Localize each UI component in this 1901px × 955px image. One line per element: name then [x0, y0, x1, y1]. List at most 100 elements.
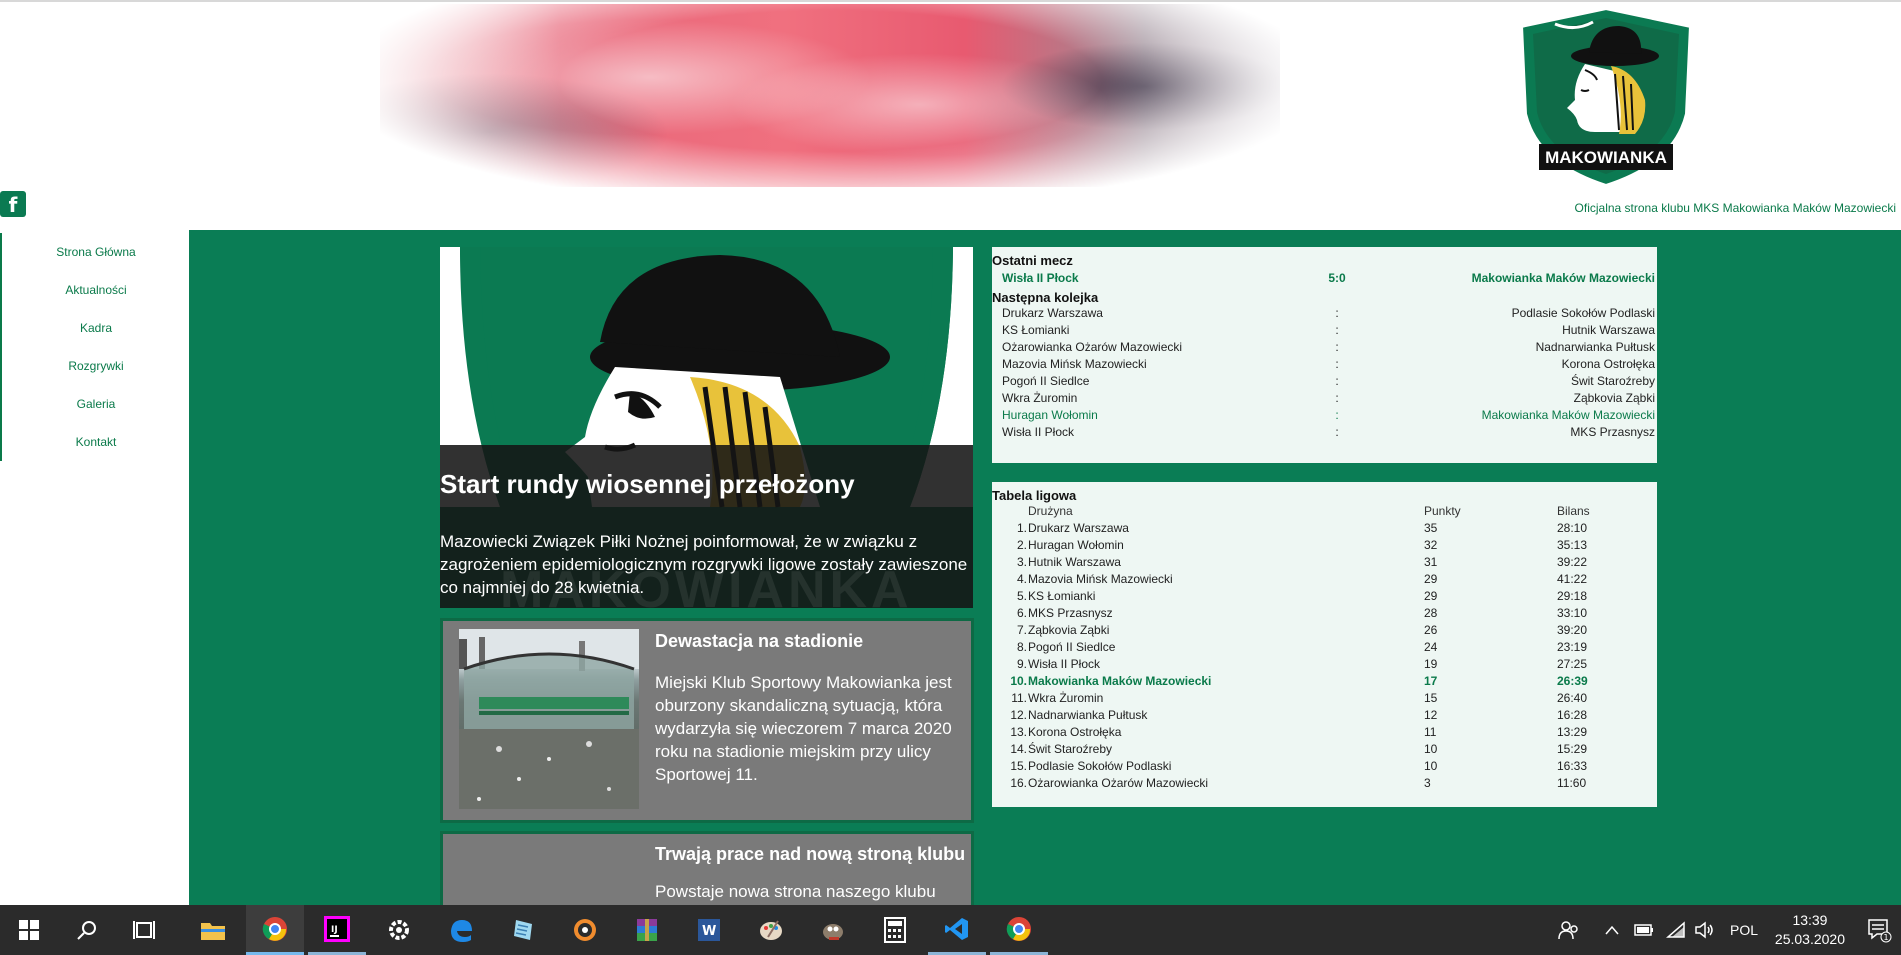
fixture-separator: :	[1335, 374, 1339, 388]
table-cell-pos: 7.	[1016, 623, 1027, 637]
people-icon[interactable]	[1558, 905, 1580, 955]
news-card[interactable]: Dewastacja na stadionie Miejski Klub Spo…	[440, 618, 974, 823]
fixture-row[interactable]: Mazovia Mińsk Mazowiecki: Korona Ostrołęk…	[992, 356, 1657, 373]
table-row[interactable]: 3. Hutnik Warszawa 31 39:22	[992, 554, 1657, 571]
table-row[interactable]: 11. Wkra Żuromin 15 26:40	[992, 690, 1657, 707]
table-cell-pos: 2.	[1016, 538, 1027, 552]
table-row[interactable]: 1. Drukarz Warszawa 35 28:10	[992, 520, 1657, 537]
table-row[interactable]: 16. Ożarowianka Ożarów Mazowiecki 3 11:60	[992, 775, 1657, 792]
fixture-row[interactable]: Wkra Żuromin: Ząbkovia Ząbki	[992, 390, 1657, 407]
fixture-separator: :	[1335, 425, 1339, 439]
nav-item-label: Aktualności	[65, 283, 127, 297]
nav-item-squad[interactable]: Kadra	[0, 309, 190, 347]
table-cell-pos: 12.	[1010, 708, 1027, 722]
facebook-icon[interactable]: f	[0, 191, 26, 217]
chrome-icon[interactable]	[990, 905, 1048, 955]
table-cell-bal: 11:60	[1557, 776, 1587, 790]
table-row[interactable]: 5. KS Łomianki 29 29:18	[992, 588, 1657, 605]
nav-item-fixtures[interactable]: Rozgrywki	[0, 347, 190, 385]
notepad-icon[interactable]	[494, 905, 552, 955]
system-clock[interactable]: 13:39 25.03.2020	[1775, 911, 1845, 949]
table-row[interactable]: 13. Korona Ostrołęka 11 13:29	[992, 724, 1657, 741]
table-cell-pts: 17	[1424, 674, 1438, 688]
table-cell-bal: 26:40	[1557, 691, 1588, 705]
club-logo[interactable]: MAKOWIANKA	[1515, 4, 1697, 188]
nav-item-gallery[interactable]: Galeria	[0, 385, 190, 423]
matches-panel: Ostatni mecz Wisła II Płock 5:0 Makowian…	[992, 247, 1657, 463]
featured-article[interactable]: MAKOWIANKA Start rundy wiosennej przełoż…	[440, 247, 973, 608]
fixture-row[interactable]: Pogoń II Siedlce: Świt Staroźreby	[992, 373, 1657, 390]
wifi-icon[interactable]	[1666, 905, 1686, 955]
media-player-icon[interactable]	[556, 905, 614, 955]
gimp-icon[interactable]	[804, 905, 862, 955]
fixture-row[interactable]: KS Łomianki: Hutnik Warszawa	[992, 322, 1657, 339]
table-row[interactable]: 2. Huragan Wołomin 32 35:13	[992, 537, 1657, 554]
featured-title[interactable]: Start rundy wiosennej przełożony	[440, 469, 855, 500]
last-match-home: Wisła II Płock	[1002, 271, 1079, 285]
fixture-row[interactable]: Drukarz Warszawa: Podlasie Sokołów Podlas…	[992, 305, 1657, 322]
fixture-home: Ożarowianka Ożarów Mazowiecki	[1002, 340, 1183, 354]
news-title[interactable]: Trwają prace nad nową stroną klubu	[655, 844, 965, 865]
fixture-separator: :	[1335, 323, 1339, 337]
vscode-icon[interactable]	[928, 905, 986, 955]
table-row[interactable]: 6. MKS Przasnysz 28 33:10	[992, 605, 1657, 622]
table-cell-team: Hutnik Warszawa	[1028, 555, 1121, 569]
fixture-home: Mazovia Mińsk Mazowiecki	[1002, 357, 1147, 371]
table-cell-bal: 39:22	[1557, 555, 1588, 569]
table-cell-bal: 15:29	[1557, 742, 1588, 756]
table-cell-team: MKS Przasnysz	[1028, 606, 1113, 620]
input-language[interactable]: POL	[1730, 905, 1758, 955]
intellij-icon[interactable]: IJ	[308, 905, 366, 955]
table-row[interactable]: 12. Nadnarwianka Pułtusk 12 16:28	[992, 707, 1657, 724]
side-navigation: Strona Główna Aktualności Kadra Rozgrywk…	[0, 233, 190, 461]
fixture-away: Podlasie Sokołów Podlaski	[1511, 306, 1655, 320]
table-cell-bal: 33:10	[1557, 606, 1588, 620]
fixture-home: Wisła II Płock	[1002, 425, 1075, 439]
chevron-up-icon[interactable]	[1604, 905, 1620, 955]
svg-text:W: W	[702, 924, 716, 939]
table-cell-bal: 29:18	[1557, 589, 1588, 603]
table-row[interactable]: 10. Makowianka Maków Mazowiecki 17 26:39	[992, 673, 1657, 690]
nav-item-contact[interactable]: Kontakt	[0, 423, 190, 461]
table-row[interactable]: 8. Pogoń II Siedlce 24 23:19	[992, 639, 1657, 656]
chrome-icon[interactable]	[246, 905, 304, 955]
news-title[interactable]: Dewastacja na stadionie	[655, 631, 863, 652]
calculator-icon[interactable]	[866, 905, 924, 955]
settings-icon[interactable]	[370, 905, 428, 955]
battery-icon[interactable]	[1634, 905, 1654, 955]
paint-icon[interactable]	[742, 905, 800, 955]
fixture-row[interactable]: Ożarowianka Ożarów Mazowiecki: Nadnarwian…	[992, 339, 1657, 356]
last-match-away: Makowianka Maków Mazowiecki	[1471, 271, 1655, 285]
notification-center-icon[interactable]: 1	[1866, 905, 1892, 955]
fixture-row[interactable]: Huragan Wołomin: Makowianka Maków Mazowie…	[992, 407, 1657, 424]
nav-item-label: Galeria	[76, 397, 116, 411]
fixture-row[interactable]: Wisła II Płock: MKS Przasnysz	[992, 424, 1657, 441]
table-row[interactable]: 9. Wisła II Płock 19 27:25	[992, 656, 1657, 673]
file-explorer-icon[interactable]	[184, 905, 242, 955]
news-thumbnail[interactable]	[459, 629, 639, 809]
table-cell-team: Makowianka Maków Mazowiecki	[1028, 674, 1212, 688]
edge-icon[interactable]	[432, 905, 490, 955]
task-view-icon[interactable]	[116, 905, 174, 955]
windows-start-icon[interactable]	[0, 905, 58, 955]
table-cell-pos: 5.	[1016, 589, 1027, 603]
table-cell-bal: 26:39	[1557, 674, 1588, 688]
table-cell-bal: 16:28	[1557, 708, 1588, 722]
nav-item-home[interactable]: Strona Główna	[0, 233, 190, 271]
column-header-balance: Bilans	[1557, 504, 1590, 518]
last-match-row[interactable]: Wisła II Płock 5:0 Makowianka Maków Mazo…	[992, 270, 1657, 287]
winrar-icon[interactable]	[618, 905, 676, 955]
table-cell-team: Wisła II Płock	[1028, 657, 1101, 671]
search-icon[interactable]	[58, 905, 116, 955]
word-icon[interactable]: W	[680, 905, 738, 955]
league-table-header: Drużyna Punkty Bilans	[992, 503, 1657, 520]
table-row[interactable]: 14. Świt Staroźreby 10 15:29	[992, 741, 1657, 758]
table-row[interactable]: 4. Mazovia Mińsk Mazowiecki 29 41:22	[992, 571, 1657, 588]
table-cell-pts: 35	[1424, 521, 1438, 535]
nav-item-news[interactable]: Aktualności	[0, 271, 190, 309]
volume-icon[interactable]	[1694, 905, 1716, 955]
table-row[interactable]: 15. Podlasie Sokołów Podlaski 10 16:33	[992, 758, 1657, 775]
table-row[interactable]: 7. Ząbkovia Ząbki 26 39:20	[992, 622, 1657, 639]
notification-count: 1	[1883, 933, 1888, 942]
fixture-away: Nadnarwianka Pułtusk	[1535, 340, 1655, 354]
